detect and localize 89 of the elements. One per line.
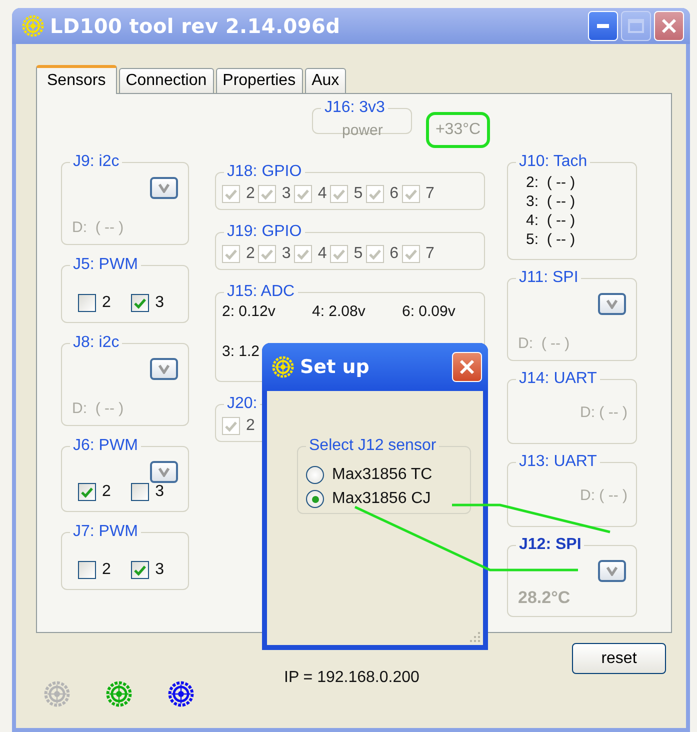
chevron-down-icon: [158, 183, 170, 193]
dropdown-button[interactable]: [598, 560, 626, 582]
checkbox-label: 3: [155, 561, 164, 579]
readout-value: D: ( -- ): [72, 219, 125, 236]
checkbox[interactable]: [78, 483, 96, 501]
checkbox[interactable]: [131, 483, 150, 501]
checkbox-label: 7: [426, 245, 434, 263]
readout-value: D: ( -- ): [518, 335, 571, 352]
checkbox-label: 2: [102, 561, 111, 579]
chevron-down-icon: [606, 566, 618, 576]
check-icon: [332, 188, 345, 200]
chevron-down-icon: [158, 467, 170, 477]
checkbox-label: 2: [102, 294, 111, 312]
power-label: power: [342, 122, 383, 139]
check-icon: [404, 188, 417, 200]
readout-value: D: ( -- ): [580, 487, 628, 504]
checkbox-label: 5: [354, 185, 363, 203]
chevron-down-icon: [158, 364, 170, 374]
tach-reading: 5: ( -- ): [526, 230, 576, 249]
check-icon: [260, 248, 273, 260]
dropdown-button[interactable]: [150, 461, 178, 483]
checkbox-label: 2: [246, 245, 255, 263]
check-icon: [260, 188, 273, 200]
check-icon: [81, 486, 93, 498]
temperature-readout: +33°C: [426, 112, 490, 148]
check-icon: [134, 564, 146, 576]
tach-reading: 4: ( -- ): [526, 211, 576, 230]
minimize-icon: [597, 24, 609, 28]
check-icon: [225, 188, 237, 200]
tach-reading: 3: ( -- ): [526, 192, 576, 211]
dropdown-button[interactable]: [150, 177, 178, 199]
radio-button[interactable]: [306, 490, 324, 508]
checkbox-label: 2: [246, 417, 255, 435]
checkbox-label: 2: [102, 483, 111, 501]
check-icon: [296, 248, 309, 260]
checkbox-label: 6: [390, 245, 399, 263]
reset-button[interactable]: reset: [572, 643, 666, 674]
app-icon: [272, 356, 294, 378]
close-button[interactable]: [654, 11, 684, 41]
readout-value: D: ( -- ): [72, 400, 125, 417]
resize-grip-icon[interactable]: [469, 631, 481, 643]
readout-value: 28.2°C: [518, 588, 572, 608]
checkbox-label: 2: [246, 185, 255, 203]
checkbox-label: 4: [318, 245, 327, 263]
checkbox[interactable]: [78, 561, 96, 579]
tab[interactable]: Aux: [304, 68, 346, 93]
check-icon: [225, 248, 237, 260]
dropdown-button[interactable]: [598, 293, 626, 315]
radio-label: Max31856 CJ: [332, 489, 431, 509]
adc-reading: 4: 2.08v: [312, 303, 366, 320]
checkbox[interactable]: [78, 294, 96, 312]
checkbox-label: 3: [282, 245, 291, 263]
tab[interactable]: Properties: [216, 68, 303, 93]
checkbox-label: 3: [155, 294, 164, 312]
maximize-icon: [628, 19, 644, 33]
ip-address: IP = 192.168.0.200: [284, 669, 420, 687]
minimize-button[interactable]: [588, 11, 618, 41]
adc-reading: 2: 0.12v: [222, 303, 276, 320]
dropdown-button[interactable]: [150, 358, 178, 380]
check-icon: [368, 248, 381, 260]
checkbox[interactable]: [131, 561, 150, 579]
radio-button[interactable]: [306, 466, 324, 484]
check-icon: [134, 298, 146, 308]
checkbox-label: 5: [354, 245, 363, 263]
window-title: LD100 tool rev 2.14.096d: [50, 14, 340, 38]
close-button[interactable]: [452, 352, 482, 382]
checkbox-label: 7: [426, 185, 434, 203]
check-icon: [368, 188, 381, 200]
check-icon: [296, 188, 309, 200]
dialog-title: Set up: [300, 356, 370, 378]
checkbox[interactable]: [131, 294, 150, 312]
tab[interactable]: Connection: [118, 68, 214, 93]
checkbox-label: 4: [318, 185, 327, 203]
readout-value: D: ( -- ): [580, 404, 628, 421]
check-icon: [332, 248, 345, 260]
checkbox-label: 6: [390, 185, 399, 203]
tab[interactable]: Sensors: [36, 65, 117, 94]
adc-reading: 6: 0.09v: [402, 303, 456, 320]
close-icon: [661, 18, 677, 34]
check-icon: [225, 420, 237, 432]
close-icon: [459, 359, 475, 375]
checkbox-label: 3: [282, 185, 291, 203]
checkbox-label: 3: [155, 483, 164, 501]
adc-reading: 3: 1.2: [222, 343, 260, 360]
radio-label: Max31856 TC: [332, 465, 432, 485]
app-icon: [22, 15, 44, 37]
check-icon: [404, 248, 417, 260]
chevron-down-icon: [606, 299, 618, 309]
tach-reading: 2: ( -- ): [526, 173, 576, 192]
